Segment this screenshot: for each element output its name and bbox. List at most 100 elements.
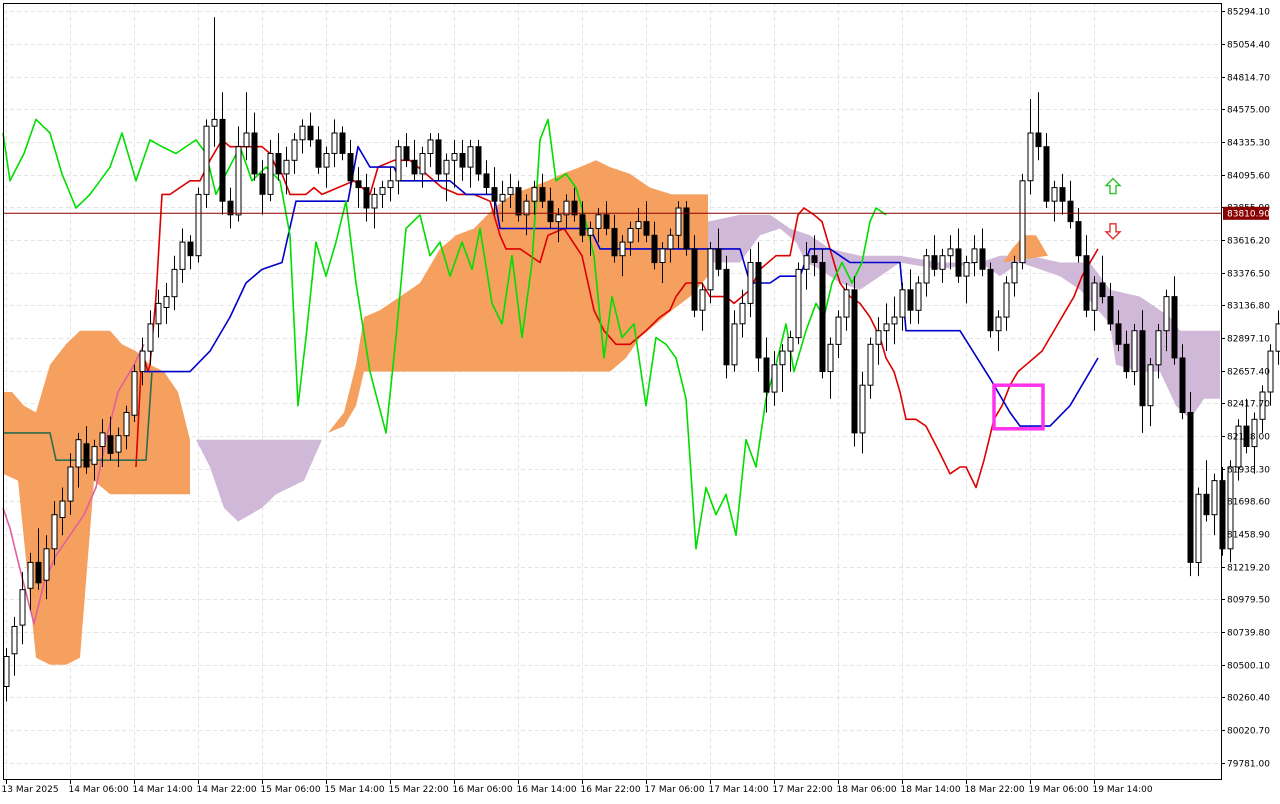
price-tick-label: 82178.00 xyxy=(1227,433,1270,443)
price-tick-label: 81458.90 xyxy=(1227,531,1270,541)
bullish-candle xyxy=(467,146,474,168)
time-tick-label: 15 Mar 06:00 xyxy=(261,785,321,795)
bearish-candle xyxy=(1219,480,1226,550)
bullish-candle xyxy=(627,228,634,243)
time-tick-label: 13 Mar 2025 xyxy=(2,785,59,795)
bearish-candle xyxy=(107,435,114,454)
time-tick-label: 17 Mar 22:00 xyxy=(773,785,833,795)
time-tick-label: 19 Mar 14:00 xyxy=(1093,785,1153,795)
bullish-candle xyxy=(139,350,146,373)
bullish-candle xyxy=(1027,132,1034,182)
bearish-candle xyxy=(411,159,418,175)
bullish-candle xyxy=(531,187,538,202)
bullish-candle xyxy=(699,289,706,311)
bullish-candle xyxy=(163,296,170,309)
bullish-candle xyxy=(971,248,978,263)
bullish-candle xyxy=(1275,323,1280,352)
bearish-candle xyxy=(347,153,354,182)
bullish-candle xyxy=(803,255,810,270)
bullish-candle xyxy=(707,248,714,291)
bullish-candle xyxy=(323,153,330,168)
bearish-candle xyxy=(715,248,722,270)
bullish-candle xyxy=(67,466,74,502)
time-axis: 13 Mar 2025 14 Mar 06:00 14 Mar 14:00 14 Ma… xyxy=(2,779,1153,795)
time-tick-label: 14 Mar 14:00 xyxy=(133,785,193,795)
bullish-candle xyxy=(835,316,842,345)
bullish-candle xyxy=(875,330,882,345)
bullish-candle xyxy=(1003,282,1010,318)
bearish-candle xyxy=(259,173,266,195)
bearish-candle xyxy=(275,153,282,175)
bullish-candle xyxy=(899,289,906,318)
bullish-candle xyxy=(419,153,426,175)
bullish-candle xyxy=(507,187,514,195)
bearish-candle xyxy=(979,248,986,270)
bearish-candle xyxy=(355,180,362,189)
price-tick-label: 80500.10 xyxy=(1227,662,1270,672)
price-tick-label: 82417.70 xyxy=(1227,400,1270,410)
bearish-candle xyxy=(955,248,962,277)
bullish-candle xyxy=(915,282,922,311)
bullish-candle xyxy=(1147,364,1154,407)
price-tick-label: 85054.40 xyxy=(1227,41,1270,51)
price-tick-label: 85294.10 xyxy=(1227,8,1270,18)
price-tick-label: 84814.70 xyxy=(1227,74,1270,84)
bullish-candle xyxy=(939,255,946,270)
price-tick-label: 80979.50 xyxy=(1227,596,1270,606)
bullish-candle xyxy=(1211,480,1218,516)
bullish-candle xyxy=(659,248,666,263)
bearish-candle xyxy=(227,200,234,216)
bullish-candle xyxy=(1131,330,1138,373)
bullish-candle xyxy=(1091,282,1098,311)
bearish-candle xyxy=(723,268,730,366)
bearish-candle xyxy=(339,132,346,154)
bullish-candle xyxy=(859,384,866,434)
bullish-candle xyxy=(235,146,242,216)
bullish-candle xyxy=(739,302,746,325)
bullish-candle xyxy=(91,446,98,465)
chart-canvas[interactable]: 85294.10 85054.40 84814.70 84575.00 84335.30… xyxy=(0,0,1280,800)
bearish-candle xyxy=(1123,343,1130,373)
bearish-candle xyxy=(643,221,650,236)
bullish-candle xyxy=(371,193,378,209)
price-tick-label: 83616.20 xyxy=(1227,237,1270,247)
bullish-candle xyxy=(963,262,970,277)
price-tick-label: 82657.40 xyxy=(1227,368,1270,378)
bullish-candle xyxy=(171,268,178,298)
price-chart[interactable]: 85294.10 85054.40 84814.70 84575.00 84335.30… xyxy=(0,0,1280,800)
bullish-candle xyxy=(499,193,506,202)
bullish-candle xyxy=(667,234,674,250)
bullish-candle xyxy=(99,432,106,447)
bearish-candle xyxy=(1107,296,1114,325)
bullish-candle xyxy=(267,153,274,195)
bearish-candle xyxy=(579,214,586,236)
bullish-candle xyxy=(131,371,138,416)
bullish-candle xyxy=(19,589,26,626)
bullish-candle xyxy=(195,193,202,257)
bullish-candle xyxy=(843,289,850,318)
bullish-candle xyxy=(563,200,570,216)
time-tick-label: 19 Mar 06:00 xyxy=(1029,785,1089,795)
bullish-candle xyxy=(451,153,458,161)
bullish-candle xyxy=(827,343,834,373)
bullish-candle xyxy=(123,412,130,437)
bearish-candle xyxy=(819,262,826,372)
bullish-candle xyxy=(387,180,394,189)
bearish-candle xyxy=(1083,255,1090,311)
bearish-candle xyxy=(611,228,618,257)
bullish-candle xyxy=(1051,187,1058,202)
bullish-candle xyxy=(619,241,626,257)
bullish-candle xyxy=(747,262,754,304)
arrow-down-icon xyxy=(1104,223,1122,240)
current-price-badge: 83810.90 xyxy=(1223,206,1270,220)
bearish-candle xyxy=(1067,200,1074,223)
bullish-candle xyxy=(427,139,434,154)
bearish-candle xyxy=(1203,493,1210,516)
bearish-candle xyxy=(931,255,938,270)
time-tick-label: 16 Mar 14:00 xyxy=(517,785,577,795)
bullish-candle xyxy=(867,343,874,386)
bullish-candle xyxy=(771,364,778,393)
bearish-candle xyxy=(603,214,610,229)
bearish-candle xyxy=(459,153,466,168)
bullish-candle xyxy=(731,323,738,366)
